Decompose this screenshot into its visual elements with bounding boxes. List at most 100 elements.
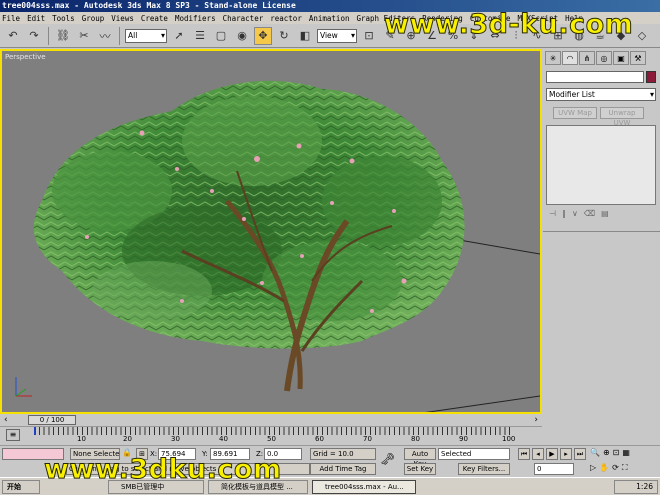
object-color-swatch[interactable] <box>646 71 656 83</box>
select-and-scale-icon[interactable]: ◧ <box>296 27 314 45</box>
bind-space-warp-icon[interactable]: 〰 <box>96 27 114 45</box>
unlink-icon[interactable]: ✂ <box>75 27 93 45</box>
rollout-area <box>543 231 660 414</box>
modify-tab-icon[interactable]: ◠ <box>562 51 578 65</box>
configure-sets-icon[interactable]: ▤ <box>601 209 609 218</box>
selection-filter-dropdown[interactable]: All <box>125 28 167 43</box>
taskbar-item-active[interactable]: tree004sss.max - Au... <box>312 480 416 494</box>
add-time-tag-button[interactable]: Add Time Tag <box>310 463 376 475</box>
select-and-rotate-icon[interactable]: ↻ <box>275 27 293 45</box>
prev-key-icon[interactable]: ◂ <box>532 448 544 460</box>
pivot-center-icon[interactable]: ⊡ <box>360 27 378 45</box>
render-type-icon[interactable]: ◇ <box>633 27 651 45</box>
menu-edit[interactable]: Edit <box>27 14 45 23</box>
select-by-name-icon[interactable]: ☰ <box>191 27 209 45</box>
zoom-extents-icon[interactable]: ⊡ <box>613 448 620 457</box>
tick-label: 80 <box>411 435 420 443</box>
current-frame-field[interactable]: 0 <box>534 463 574 475</box>
tick-label: 50 <box>267 435 276 443</box>
set-key-button[interactable]: Set Key <box>404 463 436 475</box>
remove-modifier-icon[interactable]: ⌫ <box>584 209 595 218</box>
goto-start-icon[interactable]: ⏮ <box>518 448 530 460</box>
toolbar-separator <box>48 26 49 45</box>
key-filters-button[interactable]: Key Filters... <box>458 463 510 475</box>
zoom-extents-all-icon[interactable]: ▦ <box>622 448 630 457</box>
unwrap-uvw-button[interactable]: Unwrap UVW <box>600 107 644 127</box>
select-object-icon[interactable]: ➚ <box>170 27 188 45</box>
watermark-bottom: www.3dku.com <box>44 454 282 486</box>
toolbar-separator <box>119 26 120 45</box>
grid-size-display: Grid = 10.0 <box>310 448 376 460</box>
tick-label: 30 <box>171 435 180 443</box>
menu-create[interactable]: Create <box>141 14 168 23</box>
mini-curve-editor-icon[interactable]: ≡ <box>6 429 20 441</box>
motion-tab-icon[interactable]: ◎ <box>596 51 612 65</box>
utilities-tab-icon[interactable]: ⚒ <box>630 51 646 65</box>
command-panel-tabs: ✳ ◠ ⋔ ◎ ▣ ⚒ <box>543 49 660 67</box>
tick-label: 10 <box>77 435 86 443</box>
set-key-icon[interactable]: 🗝 <box>380 452 395 466</box>
goto-end-icon[interactable]: ⏭ <box>574 448 586 460</box>
rectangular-selection-icon[interactable]: ▢ <box>212 27 230 45</box>
pan-icon[interactable]: ✋ <box>599 463 609 473</box>
tick-label: 20 <box>123 435 132 443</box>
start-button[interactable]: 开始 <box>2 480 40 494</box>
menu-reactor[interactable]: reactor <box>270 14 302 23</box>
tick-label: 90 <box>459 435 468 443</box>
menu-modifiers[interactable]: Modifiers <box>175 14 216 23</box>
tick-label: 40 <box>219 435 228 443</box>
command-panel: ✳ ◠ ⋔ ◎ ▣ ⚒ Modifier List UVW Map Unwrap… <box>543 49 660 414</box>
redo-icon[interactable]: ↷ <box>25 27 43 45</box>
make-unique-icon[interactable]: ∨ <box>572 209 578 218</box>
modifier-stack-list[interactable] <box>546 125 656 205</box>
select-and-move-icon[interactable]: ✥ <box>254 26 272 45</box>
hierarchy-tab-icon[interactable]: ⋔ <box>579 51 595 65</box>
create-tab-icon[interactable]: ✳ <box>545 51 561 65</box>
menu-file[interactable]: File <box>2 14 20 23</box>
next-key-icon[interactable]: ▸ <box>560 448 572 460</box>
undo-icon[interactable]: ↶ <box>4 27 22 45</box>
uvw-map-button[interactable]: UVW Map <box>553 107 597 119</box>
playback-controls: ⏮ ◂ ▶ ▸ ⏭ <box>518 448 586 460</box>
reference-coordinate-dropdown[interactable]: View <box>317 28 357 43</box>
zoom-icon[interactable]: 🔍 <box>590 448 600 457</box>
field-of-view-icon[interactable]: ▷ <box>590 463 596 473</box>
key-mode-dropdown[interactable]: Selected <box>438 448 510 460</box>
viewport-navigation-2: ▷ ✋ ⟳ ⛶ <box>590 463 627 473</box>
modifier-buttons: UVW Map Unwrap UVW <box>553 107 644 127</box>
trackbar-ticks <box>34 427 514 435</box>
pin-stack-icon[interactable]: ⊣ <box>549 209 556 218</box>
system-clock: 1:26 <box>614 480 658 494</box>
viewport-navigation: 🔍 ⊕ ⊡ ▦ <box>590 448 630 457</box>
menu-tools[interactable]: Tools <box>52 14 75 23</box>
menu-animation[interactable]: Animation <box>309 14 350 23</box>
show-end-result-icon[interactable]: ‖ <box>562 209 566 218</box>
menu-views[interactable]: Views <box>111 14 134 23</box>
prev-frame-icon[interactable]: ‹ <box>4 415 8 425</box>
tick-label: 70 <box>363 435 372 443</box>
object-name-field[interactable] <box>546 71 644 83</box>
perspective-viewport[interactable]: Perspective <box>0 49 542 414</box>
arc-rotate-icon[interactable]: ⟳ <box>612 463 619 473</box>
window-crossing-icon[interactable]: ◉ <box>233 27 251 45</box>
display-tab-icon[interactable]: ▣ <box>613 51 629 65</box>
play-icon[interactable]: ▶ <box>546 448 558 460</box>
time-slider[interactable]: 0 / 100 ‹ › <box>0 414 542 426</box>
trackbar[interactable]: ≡ 10 20 30 40 50 60 70 80 90 100 <box>0 426 542 445</box>
tick-label: 100 <box>502 435 516 443</box>
maximize-viewport-icon[interactable]: ⛶ <box>622 463 628 473</box>
tree-model <box>15 80 540 412</box>
menu-character[interactable]: Character <box>223 14 264 23</box>
current-frame-marker <box>34 427 36 435</box>
modifier-list-dropdown[interactable]: Modifier List <box>546 88 656 101</box>
time-slider-thumb[interactable]: 0 / 100 <box>28 415 76 425</box>
link-icon[interactable]: ⛓ <box>54 27 72 45</box>
next-frame-icon[interactable]: › <box>534 415 538 425</box>
auto-key-button[interactable]: Auto Key <box>404 448 436 468</box>
tick-label: 60 <box>315 435 324 443</box>
menu-group[interactable]: Group <box>82 14 105 23</box>
stack-toolbar: ⊣ ‖ ∨ ⌫ ▤ <box>549 209 609 218</box>
zoom-all-icon[interactable]: ⊕ <box>603 448 610 457</box>
viewport-label[interactable]: Perspective <box>5 53 46 61</box>
watermark-top: www.3d-ku.com <box>383 9 634 41</box>
